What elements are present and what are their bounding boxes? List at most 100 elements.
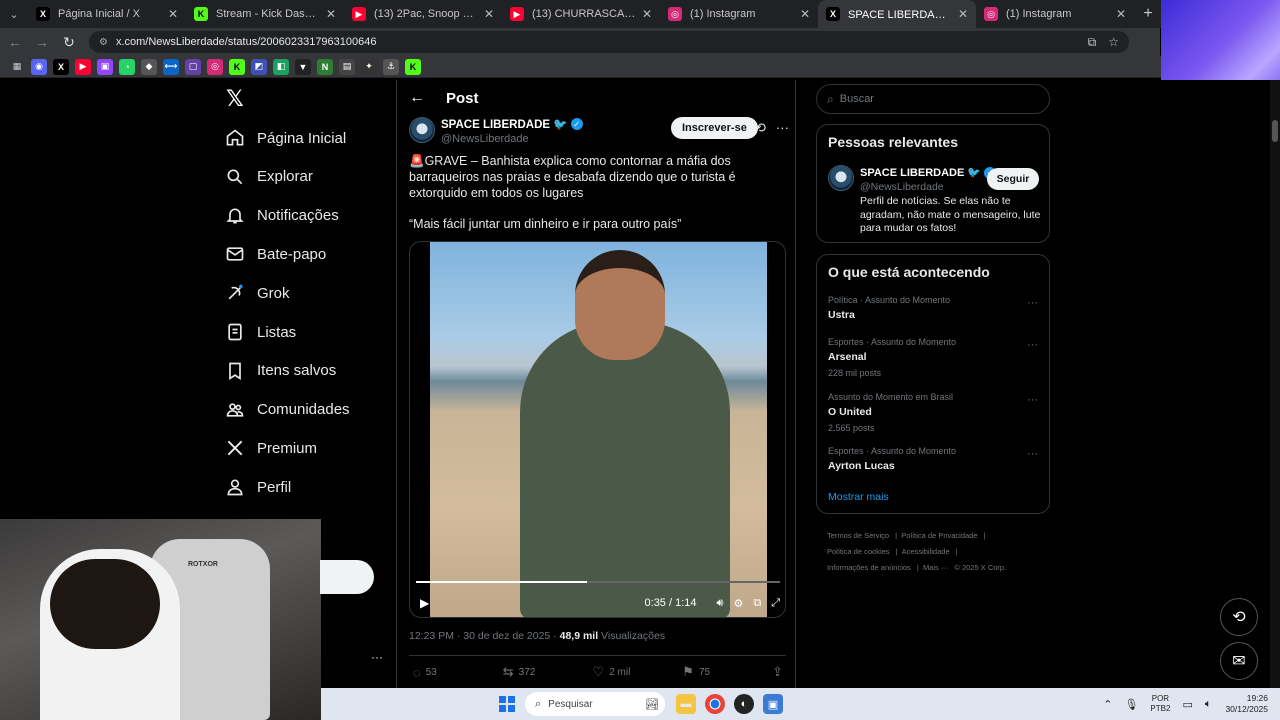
- nav-item-listas[interactable]: Listas: [222, 317, 296, 347]
- reply-button[interactable]: ◌ 53: [413, 664, 503, 680]
- back-arrow-icon[interactable]: ←: [409, 89, 429, 107]
- browser-tab[interactable]: ▶ (13) CHURRASCARIA MAIS CAR ✕: [502, 0, 660, 28]
- trend-item[interactable]: Esportes · Assunto do Momento Arsenal 228 …: [828, 337, 1038, 378]
- share-button[interactable]: ⇪: [772, 664, 783, 680]
- browser-tab[interactable]: X SPACE LIBERDADE 🔶 no X: " ✕: [818, 0, 976, 28]
- browser-tab[interactable]: ◎ (1) Instagram ✕: [660, 0, 818, 28]
- bookmark-icon-12[interactable]: ◧: [273, 58, 289, 75]
- apps-grid-icon[interactable]: ▦: [9, 59, 25, 75]
- trend-item[interactable]: Assunto do Momento em Brasil O United 2.56…: [828, 392, 1038, 433]
- settings-gear-icon[interactable]: ⚙: [733, 597, 743, 610]
- bookmark-icon-16[interactable]: ✦: [361, 58, 377, 75]
- nav-item-comunidades[interactable]: Comunidades: [222, 395, 350, 425]
- bookmark-twitch-icon[interactable]: ▣: [97, 58, 113, 75]
- relevant-avatar[interactable]: [828, 165, 854, 191]
- bookmark-youtube-icon[interactable]: ▶: [75, 58, 91, 75]
- back-arrow-icon[interactable]: ←: [3, 30, 27, 54]
- chrome-icon[interactable]: [705, 694, 725, 714]
- close-tab-icon[interactable]: ✕: [1116, 7, 1126, 21]
- bookmark-star-icon[interactable]: ☆: [1108, 35, 1119, 49]
- ads-info-link[interactable]: Informações de anúncios: [827, 563, 911, 572]
- tab-search-chevron-icon[interactable]: ⌄: [0, 0, 28, 28]
- nav-item-bate-papo[interactable]: Bate-papo: [222, 239, 326, 269]
- nav-item-premium[interactable]: Premium: [222, 433, 317, 463]
- bookmark-icon-14[interactable]: N: [317, 58, 333, 75]
- author-handle[interactable]: @NewsLiberdade: [441, 133, 583, 145]
- author-avatar[interactable]: [409, 117, 435, 143]
- network-icon[interactable]: ▭: [1182, 698, 1192, 711]
- file-explorer-icon[interactable]: ▬: [676, 694, 696, 714]
- nav-item-perfil[interactable]: Perfil: [222, 472, 291, 502]
- nav-item-explorar[interactable]: Explorar: [222, 162, 313, 192]
- repost-button[interactable]: ⇆ 372: [503, 664, 593, 680]
- like-button[interactable]: ♡ 2 mil: [593, 664, 683, 680]
- close-tab-icon[interactable]: ✕: [958, 7, 968, 21]
- close-tab-icon[interactable]: ✕: [800, 7, 810, 21]
- bookmark-kick-icon-2[interactable]: K: [405, 58, 421, 75]
- post-button[interactable]: [320, 560, 374, 594]
- trend-more-icon[interactable]: ···: [1027, 297, 1038, 309]
- url-input[interactable]: ⚙ x.com/NewsLiberdade/status/20060233179…: [89, 31, 1129, 53]
- volume-icon[interactable]: 🔊︎: [717, 597, 724, 610]
- bookmark-instagram-icon[interactable]: ◎: [207, 58, 223, 75]
- subscribe-button[interactable]: Inscrever-se: [671, 117, 758, 139]
- close-tab-icon[interactable]: ✕: [168, 7, 178, 21]
- bookmark-whatsapp-icon[interactable]: ◔: [119, 58, 135, 75]
- nav-item-itens-salvos[interactable]: Itens salvos: [222, 356, 336, 386]
- browser-tab[interactable]: ◎ (1) Instagram ✕: [976, 0, 1134, 28]
- x-logo-icon[interactable]: 𝕏: [226, 88, 248, 110]
- bookmark-icon-1[interactable]: ◉: [31, 58, 47, 75]
- show-more-link[interactable]: Mostrar mais: [828, 491, 889, 503]
- trend-item[interactable]: Política · Assunto do Momento Ustra ···: [828, 295, 1038, 321]
- app-icon-obs[interactable]: ◐: [734, 694, 754, 714]
- more-link[interactable]: Mais ···: [923, 563, 948, 572]
- microphone-icon[interactable]: 🎙︎: [1124, 698, 1138, 711]
- cookies-link[interactable]: Política de cookies: [827, 547, 890, 556]
- nav-item-notificações[interactable]: Notificações: [222, 201, 339, 231]
- video-progress-bar[interactable]: [416, 581, 780, 583]
- bookmark-icon-6[interactable]: ◆: [141, 58, 157, 75]
- browser-tab[interactable]: K Stream - Kick Dashboard ✕: [186, 0, 344, 28]
- post-timestamp[interactable]: 12:23 PM · 30 de dez de 2025 ·: [409, 630, 560, 642]
- terms-link[interactable]: Termos de Serviço: [827, 531, 889, 540]
- follow-button[interactable]: Seguir: [987, 168, 1039, 190]
- new-tab-button[interactable]: +: [1134, 5, 1162, 23]
- nav-item-página-inicial[interactable]: Página Inicial: [222, 123, 346, 153]
- search-input[interactable]: ⌕ Buscar: [816, 84, 1050, 114]
- site-info-icon[interactable]: ⚙: [99, 37, 108, 48]
- close-tab-icon[interactable]: ✕: [326, 7, 336, 21]
- bookmark-kick-icon[interactable]: K: [229, 58, 245, 75]
- trend-more-icon[interactable]: ···: [1027, 339, 1038, 351]
- app-icon-display[interactable]: ▣: [763, 694, 783, 714]
- bookmark-icon-8[interactable]: ▢: [185, 58, 201, 75]
- trend-item[interactable]: Esportes · Assunto do Momento Ayrton Luca…: [828, 446, 1038, 472]
- close-tab-icon[interactable]: ✕: [642, 7, 652, 21]
- relevant-name[interactable]: SPACE LIBERDADE 🐦: [860, 166, 981, 179]
- video-player[interactable]: ▶ 0:35 / 1:14 🔊︎ ⚙ ⧉ ⤢: [409, 241, 786, 618]
- browser-tab[interactable]: ▶ (13) 2Pac, Snoop Dogg, Nate D ✕: [344, 0, 502, 28]
- grok-fab-icon[interactable]: ⟲: [1220, 598, 1258, 636]
- install-app-icon[interactable]: ⧉: [1088, 35, 1097, 50]
- bookmark-icon-15[interactable]: ▤: [339, 58, 355, 75]
- bookmark-button[interactable]: ⚑ 75: [682, 664, 772, 680]
- messages-fab-icon[interactable]: ✉: [1220, 642, 1258, 680]
- taskbar-search[interactable]: ⌕ Pesquisar 🏞︎: [525, 692, 665, 716]
- play-icon[interactable]: ▶: [420, 596, 429, 610]
- browser-tab[interactable]: X Página Inicial / X ✕: [28, 0, 186, 28]
- scrollbar-thumb[interactable]: [1272, 120, 1278, 142]
- bookmark-icon-7[interactable]: ⟷: [163, 58, 179, 75]
- grok-icon[interactable]: ⟲: [755, 120, 766, 136]
- tray-chevron-icon[interactable]: ⌃: [1103, 698, 1112, 711]
- pip-icon[interactable]: ⧉: [753, 597, 761, 610]
- video-frame[interactable]: [430, 242, 767, 617]
- page-scrollbar[interactable]: [1270, 80, 1280, 688]
- fullscreen-icon[interactable]: ⤢: [771, 597, 780, 610]
- trend-more-icon[interactable]: ···: [1027, 394, 1038, 406]
- bookmark-icon-11[interactable]: ◩: [251, 58, 267, 75]
- privacy-link[interactable]: Política de Privacidade: [901, 531, 977, 540]
- relevant-handle[interactable]: @NewsLiberdade: [860, 181, 944, 193]
- reload-icon[interactable]: ↻: [57, 30, 81, 54]
- windows-start-icon[interactable]: [499, 696, 515, 712]
- forward-arrow-icon[interactable]: →: [30, 30, 54, 54]
- bookmark-icon-13[interactable]: ▼: [295, 58, 311, 75]
